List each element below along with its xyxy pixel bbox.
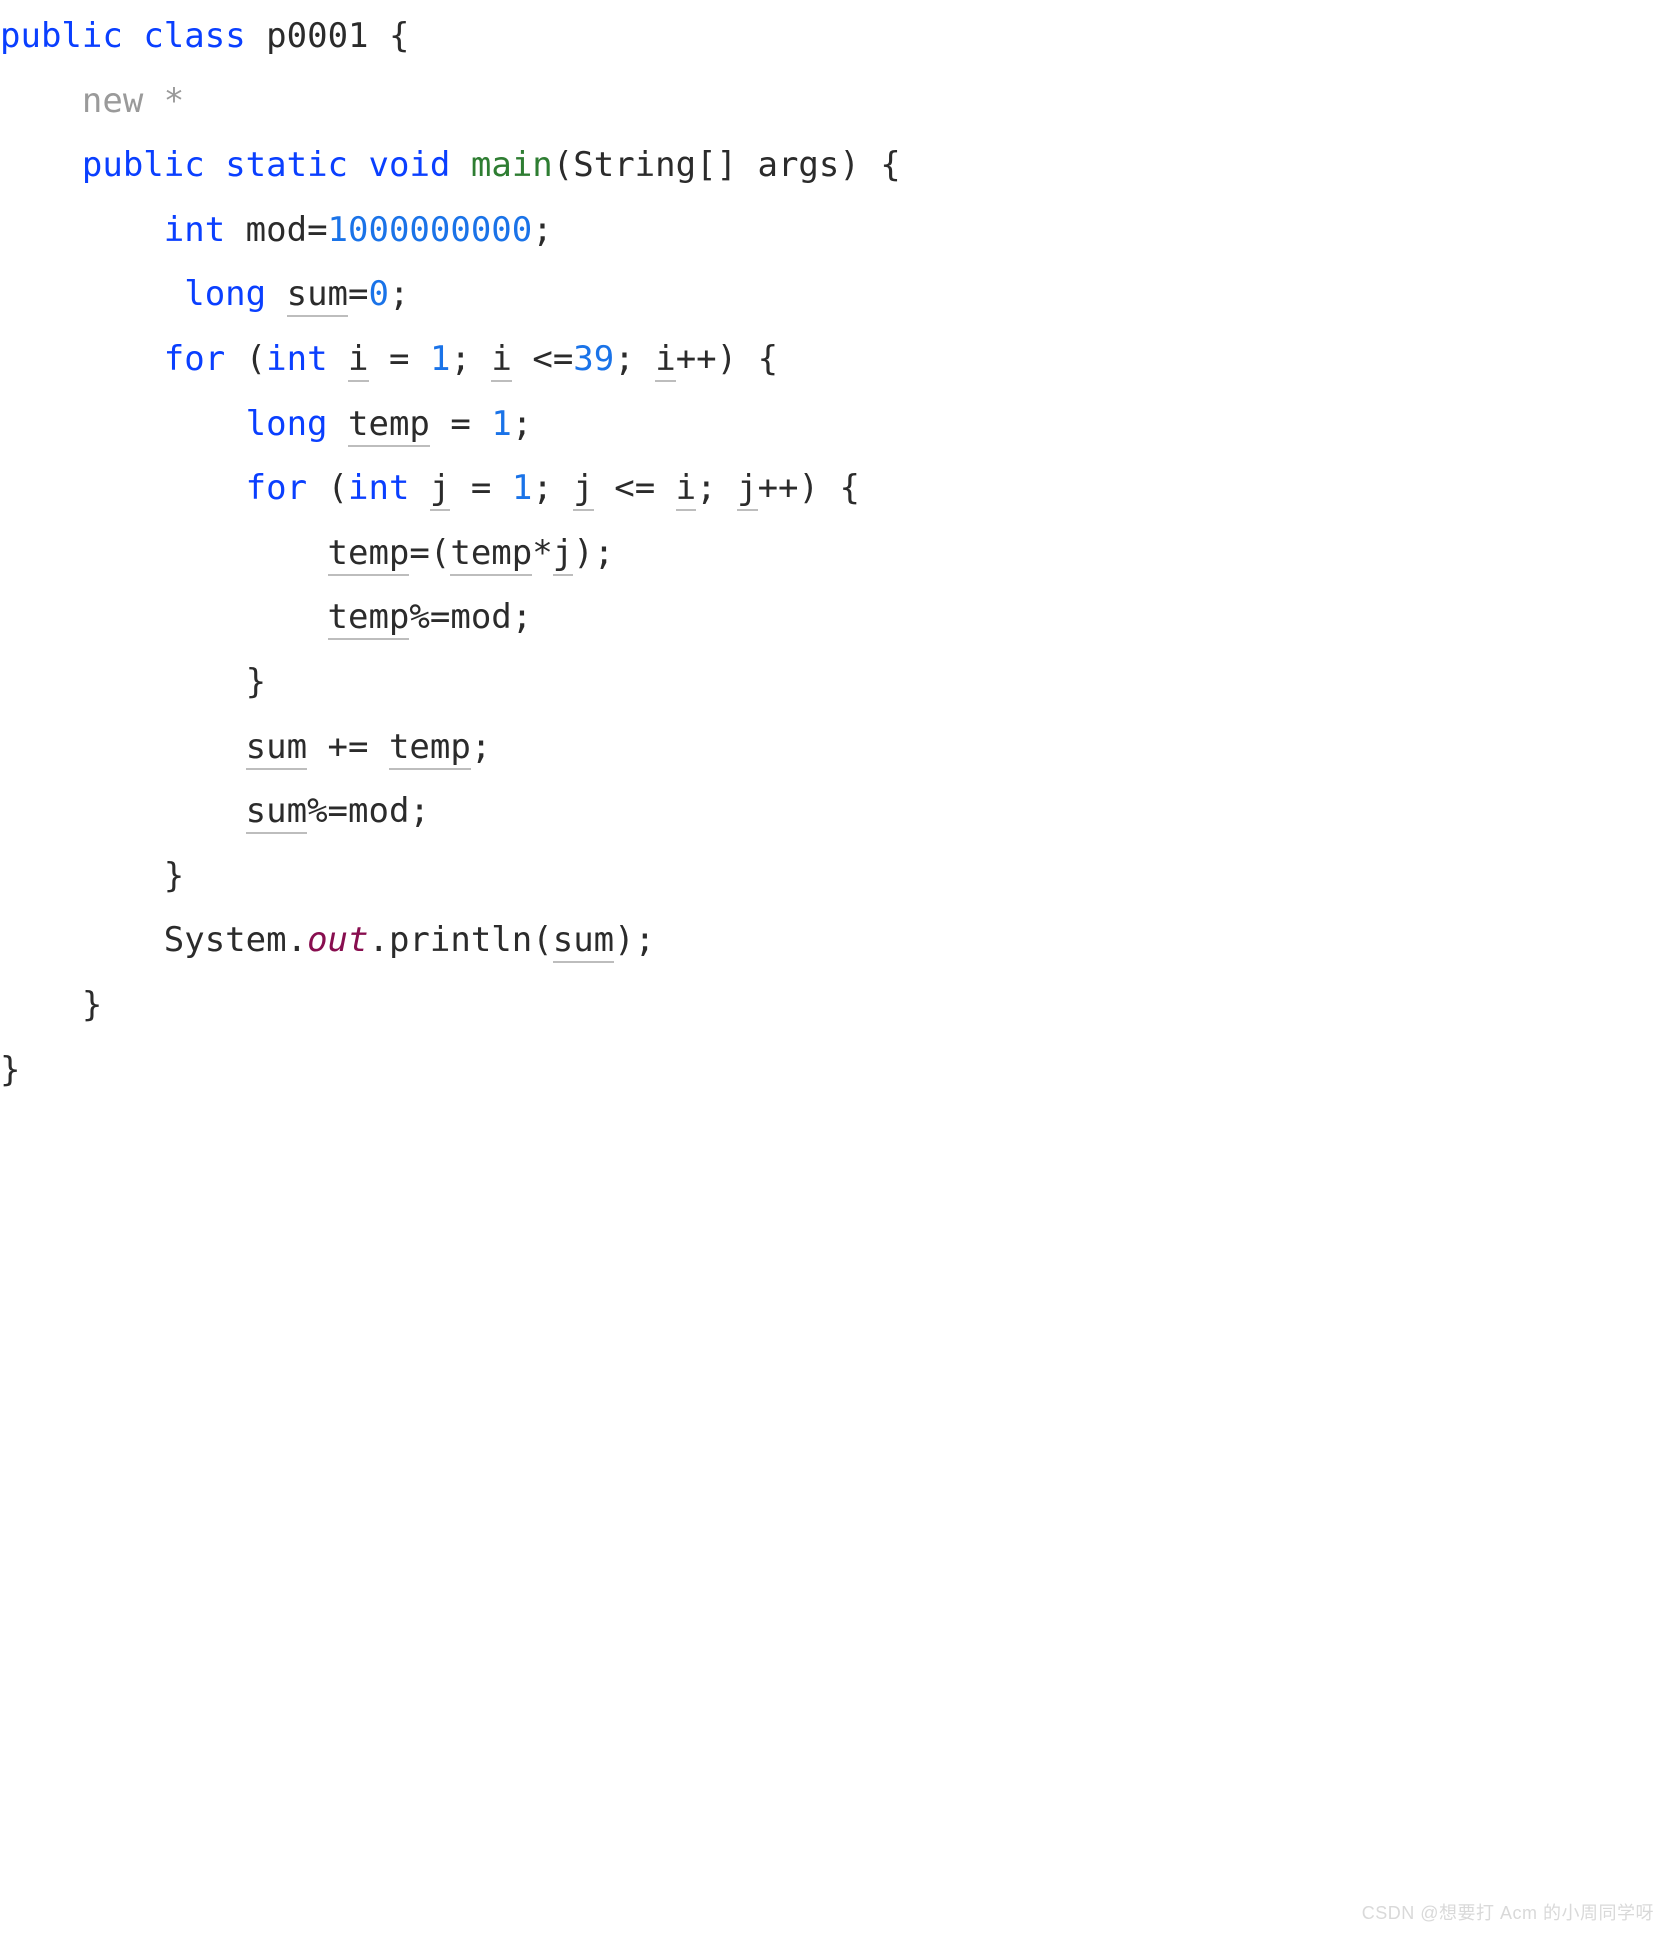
brace-c2: } [164,856,184,896]
kw-public2: public [82,145,205,185]
num-one1: 1 [430,339,450,379]
brace4: { [839,468,859,508]
semi1: ; [532,210,552,250]
num-39: 39 [573,339,614,379]
var-temp5: temp [389,727,471,770]
brace2: { [880,145,900,185]
mul: * [532,533,552,573]
line-close-main: } [0,985,102,1025]
po1: ( [225,339,266,379]
inc1: ++ [676,339,717,379]
kw-int: int [164,210,225,250]
lte1: <= [512,339,573,379]
var-j: j [430,468,450,511]
asg3: = [450,468,511,508]
line-sum-mod: sum%=mod; [0,791,430,834]
num-one3: 1 [512,468,532,508]
main-params: (String[] args) [553,145,881,185]
kw-int3: int [348,468,409,508]
pc2: ) [799,468,840,508]
line-mod: int mod=1000000000; [0,210,553,250]
line-1: public class p0001 { [0,16,409,56]
kw-void: void [369,145,451,185]
num-zero: 0 [369,274,389,314]
semi2: ; [389,274,409,314]
var-j4: j [553,533,573,576]
var-j3: j [737,468,757,511]
num-mod: 1000000000 [328,210,533,250]
modeq2: %= [307,791,348,831]
var-temp: temp [348,404,430,447]
class-name: p0001 [266,16,368,56]
ss3: ; [532,468,573,508]
close-semi: ); [614,920,655,960]
code-block: public class p0001 { new * public static… [0,0,1672,1122]
line-sum-plus: sum += temp; [0,727,491,770]
tao: =( [409,533,450,573]
kw-int2: int [266,339,327,379]
brace-c1: } [246,662,266,702]
line-temp-mod: temp%=mod; [0,597,532,640]
var-sum: sum [287,274,348,317]
po2: ( [307,468,348,508]
brace: { [389,16,409,56]
lte2: <= [594,468,676,508]
var-temp2: temp [328,533,410,576]
line-sum: long sum=0; [0,274,409,317]
brace3: { [758,339,778,379]
line-println: System.out.println(sum); [0,920,655,963]
asg2: = [430,404,491,444]
line-close-i: } [0,856,184,896]
var-temp4: temp [328,597,410,640]
ss2: ; [614,339,655,379]
watermark: CSDN @想要打 Acm 的小周同学呀 [1362,1896,1654,1930]
asg1: = [369,339,430,379]
line-close-class: } [0,1050,20,1090]
semi3: ; [512,404,532,444]
var-sum4: sum [553,920,614,963]
kw-for1: for [164,339,225,379]
ss1: ; [450,339,491,379]
brace-c4: } [0,1050,20,1090]
line-temp: long temp = 1; [0,404,532,447]
kw-for2: for [246,468,307,508]
kw-class: class [143,16,245,56]
line-hint: new * [0,81,184,121]
modtxt2: mod; [348,791,430,831]
modtxt1: mod; [450,597,532,637]
kw-public: public [0,16,123,56]
var-i3: i [655,339,675,382]
line-main: public static void main(String[] args) { [0,145,901,185]
fn-main: main [471,145,553,185]
kw-long: long [184,274,266,314]
var-i4: i [676,468,696,511]
field-out: out [307,920,368,960]
line-close-j: } [0,662,266,702]
println-open: .println( [368,920,552,960]
semi4: ; [471,727,491,767]
var-i: i [348,339,368,382]
pc1: ) [717,339,758,379]
num-one2: 1 [491,404,511,444]
line-for-j: for (int j = 1; j <= i; j++) { [0,468,860,511]
kw-long2: long [246,404,328,444]
inc2: ++ [758,468,799,508]
var-i2: i [491,339,511,382]
var-sum3: sum [246,791,307,834]
var-j2: j [573,468,593,511]
line-for-i: for (int i = 1; i <=39; i++) { [0,339,778,382]
modeq1: %= [409,597,450,637]
brace-c3: } [82,985,102,1025]
hint-new: new * [82,81,184,121]
sys: System. [164,920,307,960]
line-temp-mul: temp=(temp*j); [0,533,614,576]
cps: ); [573,533,614,573]
var-sum2: sum [246,727,307,770]
var-temp3: temp [450,533,532,576]
eq1: = [348,274,368,314]
pluseq: += [307,727,389,767]
mod-lhs: mod= [225,210,327,250]
ss4: ; [696,468,737,508]
kw-static: static [225,145,348,185]
